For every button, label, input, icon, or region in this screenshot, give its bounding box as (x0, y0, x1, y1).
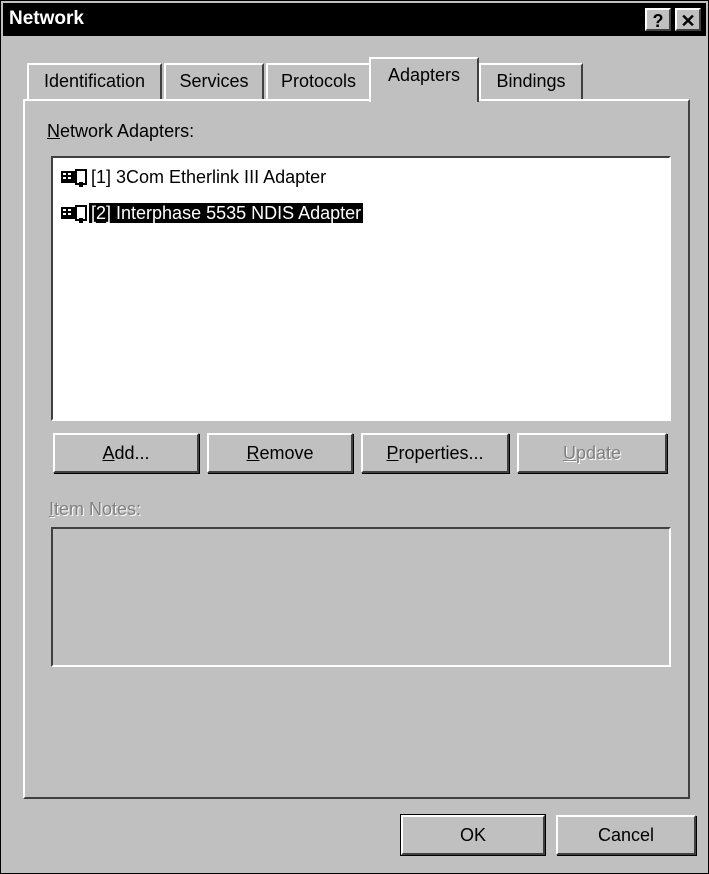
list-item-adapter-1[interactable]: [1] 3Com Etherlink III Adapter (59, 164, 328, 190)
adapter-1-label: [1] 3Com Etherlink III Adapter (91, 167, 327, 187)
remove-button[interactable]: Remove (207, 433, 353, 473)
network-adapters-label-rest: etwork Adapters: (60, 121, 195, 141)
close-button[interactable]: ✕ (675, 8, 701, 31)
properties-button[interactable]: Properties... (361, 433, 509, 473)
item-notes-label: Item Notes: (49, 499, 142, 519)
add-button[interactable]: Add... (53, 433, 199, 473)
tab-adapters[interactable]: Adapters (369, 57, 479, 102)
network-card-icon (61, 205, 87, 224)
tab-bindings[interactable]: Bindings (479, 63, 583, 99)
item-notes-box (51, 527, 671, 667)
window-title: Network (9, 8, 84, 29)
network-card-icon (61, 169, 87, 188)
tab-services[interactable]: Services (164, 63, 264, 99)
network-dialog: Network ? ✕ Identification Services Prot… (0, 0, 709, 874)
cancel-button[interactable]: Cancel (556, 815, 696, 855)
help-button[interactable]: ? (645, 8, 671, 31)
tab-identification[interactable]: Identification (27, 63, 162, 99)
network-adapters-list[interactable]: [1] 3Com Etherlink III Adapter [2] Inter… (51, 156, 671, 421)
tab-protocols[interactable]: Protocols (266, 63, 371, 99)
adapter-2-label: [2] Interphase 5535 NDIS Adapter (87, 202, 365, 224)
update-button[interactable]: Update (517, 433, 667, 473)
title-bar[interactable]: Network ? ✕ (3, 3, 706, 36)
network-adapters-label: Network Adapters: (47, 121, 195, 141)
list-item-adapter-2[interactable]: [2] Interphase 5535 NDIS Adapter (59, 200, 365, 226)
ok-button[interactable]: OK (401, 815, 545, 855)
